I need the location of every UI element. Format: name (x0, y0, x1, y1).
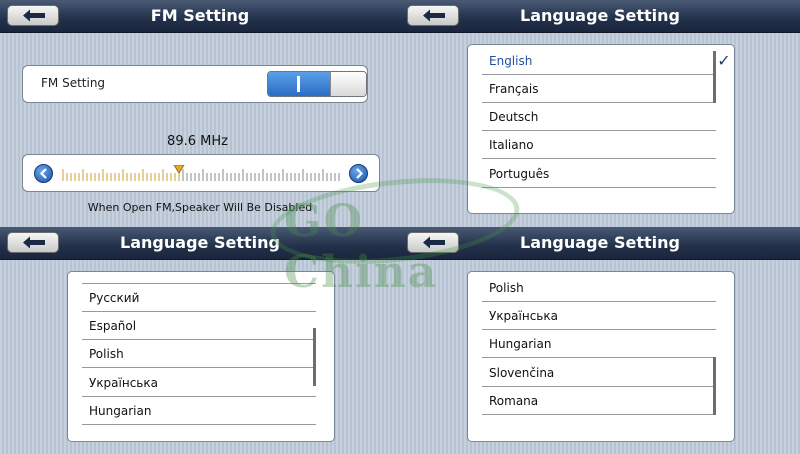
frequency-scale[interactable] (61, 165, 341, 183)
fm-setting-label: FM Setting (41, 76, 106, 90)
language-list: Polish Українська Hungarian Slovenčina R… (467, 271, 735, 442)
page-title: Language Setting (520, 233, 680, 252)
language-setting-pane-1: Language Setting English ✓ Français Deut… (400, 0, 800, 227)
language-item-slovencina[interactable]: Slovenčina (482, 359, 716, 387)
fm-setting-row: FM Setting (22, 65, 368, 103)
chevron-left-icon (39, 168, 47, 179)
language-list: English ✓ Français Deutsch Italiano Port… (467, 44, 735, 214)
list-scrollbar[interactable] (713, 357, 716, 415)
language-setting-pane-3: Language Setting Polish Українська Hunga… (400, 227, 800, 454)
title-bar: Language Setting (400, 0, 800, 33)
page-title: FM Setting (150, 6, 250, 25)
chevron-right-icon (356, 168, 364, 179)
increase-frequency-button[interactable] (349, 164, 368, 183)
language-item-hungarian[interactable]: Hungarian (82, 397, 316, 425)
language-list: Русский Español Polish Українська Hungar… (67, 271, 335, 442)
frequency-slider[interactable] (22, 154, 380, 192)
checkmark-icon: ✓ (717, 51, 731, 70)
language-item-portugues[interactable]: Português (482, 160, 716, 188)
page-title: Language Setting (120, 233, 280, 252)
language-item-italiano[interactable]: Italiano (482, 131, 716, 159)
page-title: Language Setting (520, 6, 680, 25)
language-item-ukrainian[interactable]: Українська (482, 302, 716, 330)
language-item-francais[interactable]: Français (482, 75, 716, 103)
language-item-espanol[interactable]: Español (82, 312, 316, 340)
list-scrollbar[interactable] (713, 51, 716, 103)
language-item-deutsch[interactable]: Deutsch (482, 103, 716, 131)
toggle-on-segment (268, 72, 330, 96)
toggle-off-segment (330, 72, 366, 96)
fm-setting-pane: FM Setting FM Setting 89.6 MHz When Open… (0, 0, 400, 227)
frequency-readout: 89.6 MHz (167, 134, 228, 149)
speaker-warning-text: When Open FM,Speaker Will Be Disabled (87, 201, 313, 214)
language-item-romana[interactable]: Romana (482, 387, 716, 415)
language-item-ukrainian[interactable]: Українська (82, 369, 316, 397)
decrease-frequency-button[interactable] (34, 164, 53, 183)
language-item-english[interactable]: English ✓ (482, 47, 731, 75)
language-item-russian[interactable]: Русский (82, 284, 316, 312)
language-item-polish[interactable]: Polish (82, 340, 316, 368)
language-item-polish[interactable]: Polish (482, 274, 716, 302)
language-item-hungarian[interactable]: Hungarian (482, 330, 716, 358)
title-bar: Language Setting (0, 227, 400, 260)
language-setting-pane-2: Language Setting Русский Español Polish … (0, 227, 400, 454)
list-scrollbar[interactable] (313, 328, 316, 386)
title-bar: Language Setting (400, 227, 800, 260)
title-bar: FM Setting (0, 0, 400, 33)
fm-toggle-switch[interactable] (267, 71, 367, 97)
language-item-partial (82, 272, 316, 284)
